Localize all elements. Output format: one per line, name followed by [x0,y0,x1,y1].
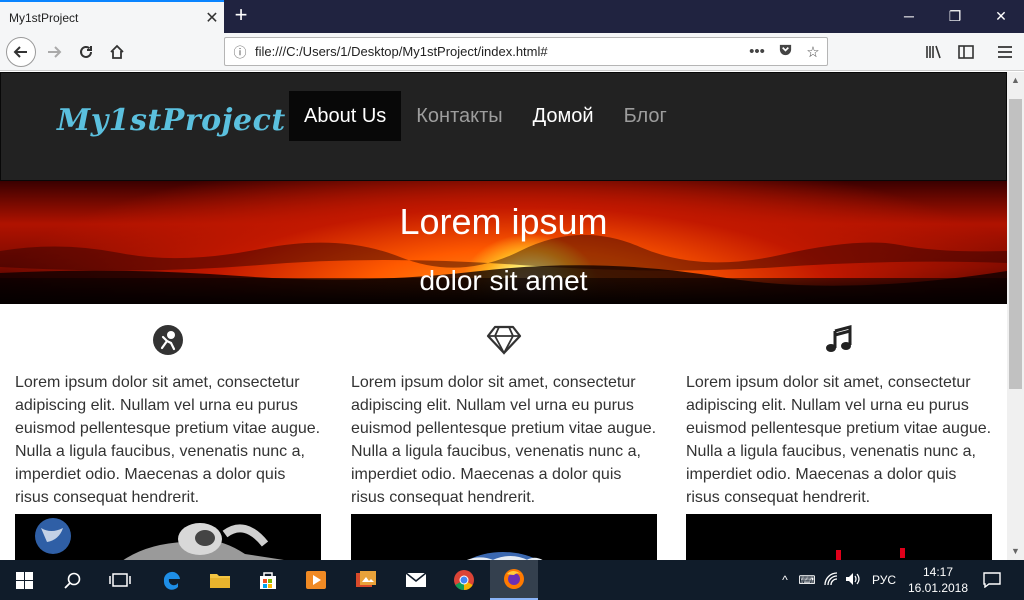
feature-text: Lorem ipsum dolor sit amet, consectetur … [15,374,321,506]
nav-home[interactable]: Домой [518,91,609,141]
close-window-button[interactable]: ✕ [978,0,1024,33]
address-bar[interactable]: ⓘ file:///C:/Users/1/Desktop/My1stProjec… [224,37,828,66]
mail-icon [405,572,427,587]
tab-close-icon[interactable]: ✕ [200,8,224,28]
notification-icon [983,572,1001,588]
page-actions-icon[interactable]: ••• [743,43,771,60]
tab-title: My1stProject [9,10,79,25]
firefox-button[interactable] [490,560,538,600]
firefox-icon [504,569,524,589]
feature-text: Lorem ipsum dolor sit amet, consectetur … [351,374,657,506]
chrome-button[interactable] [440,560,488,600]
windows-taskbar: ^ ⌨ РУС 14:17 16.01.2018 [0,560,1024,600]
library-icon[interactable] [920,38,948,66]
clock-time: 14:17 [922,565,954,579]
nav-about-us[interactable]: About Us [289,91,402,141]
earth-image [351,514,657,560]
photos-icon [356,571,376,587]
new-tab-button[interactable]: + [229,4,253,28]
chrome-icon [454,570,474,591]
browser-tab[interactable]: My1stProject ✕ [0,0,224,33]
scroll-thumb[interactable] [1009,99,1022,389]
browser-tab-bar: My1stProject ✕ + ─ ❐ ✕ [0,0,1024,33]
page-scrollbar[interactable]: ▲ ▼ [1007,72,1024,560]
notification-center-button[interactable] [970,560,1014,600]
mail-button[interactable] [392,560,440,600]
reload-icon [80,45,92,58]
task-view-icon [109,573,131,587]
astronaut-image [15,514,321,560]
hero-title: Lorem ipsum [399,201,608,242]
back-arrow-icon [13,46,27,58]
astronaut-icon [15,322,321,358]
media-player-icon [306,571,326,589]
concert-image [686,514,992,560]
pocket-icon[interactable] [771,42,799,61]
brand-text: My1stProject [57,103,286,138]
nav-blog[interactable]: Блог [609,91,682,141]
home-button[interactable] [103,38,131,66]
taskbar-clock[interactable]: 14:17 16.01.2018 [906,564,970,596]
start-button[interactable] [0,560,48,600]
system-tray: ^ ⌨ РУС [776,560,896,600]
home-icon [110,44,124,59]
url-text[interactable]: file:///C:/Users/1/Desktop/My1stProject/… [255,44,743,59]
diamond-icon [351,322,657,358]
store-icon [260,572,276,589]
search-button[interactable] [48,560,96,600]
edge-icon [163,571,180,590]
hero-banner: Lorem ipsum dolor sit amet [0,181,1007,304]
task-view-button[interactable] [96,560,144,600]
scroll-up-arrow-icon[interactable]: ▲ [1007,72,1024,89]
feature-column-1: Lorem ipsum dolor sit amet, consectetur … [15,322,321,560]
menu-hamburger-icon[interactable] [991,38,1019,66]
clock-date: 16.01.2018 [907,581,969,595]
scroll-down-arrow-icon[interactable]: ▼ [1007,543,1024,560]
search-icon [63,572,80,589]
reload-button[interactable] [72,38,100,66]
site-brand[interactable]: My1stProject☆ [57,103,319,138]
feature-column-3: Lorem ipsum dolor sit amet, consectetur … [686,322,992,560]
nav-contacts[interactable]: Контакты [401,91,517,141]
feature-column-2: Lorem ipsum dolor sit amet, consectetur … [351,322,657,560]
bookmark-star-icon[interactable]: ☆ [799,43,827,61]
music-note-icon [686,322,992,358]
network-icon[interactable] [820,571,842,589]
site-navbar: My1stProject☆ About Us Контакты Домой Бл… [0,72,1007,181]
minimize-button[interactable]: ─ [886,0,932,33]
tray-expand-icon[interactable]: ^ [776,573,794,587]
file-explorer-button[interactable] [196,560,244,600]
feature-text: Lorem ipsum dolor sit amet, consectetur … [686,374,992,506]
edge-button[interactable] [148,560,196,600]
info-icon[interactable]: ⓘ [225,42,255,61]
store-button[interactable] [244,560,292,600]
browser-toolbar: ⓘ file:///C:/Users/1/Desktop/My1stProjec… [0,33,1024,71]
site-menu: About Us Контакты Домой Блог [289,91,682,141]
photo-app-button[interactable] [342,560,390,600]
keyboard-layout-icon[interactable]: ⌨ [794,573,820,587]
restore-button[interactable]: ❐ [932,0,978,33]
back-button[interactable] [6,37,36,67]
page-viewport: My1stProject☆ About Us Контакты Домой Бл… [0,72,1007,560]
hero-subtitle: dolor sit amet [419,265,588,296]
media-player-button[interactable] [292,560,340,600]
folder-icon [210,574,230,588]
forward-button[interactable] [40,38,68,66]
forward-arrow-icon [48,46,62,58]
language-indicator[interactable]: РУС [872,573,896,587]
volume-icon[interactable] [842,572,864,589]
windows-logo-icon [15,571,33,589]
sidebar-icon[interactable] [952,38,980,66]
